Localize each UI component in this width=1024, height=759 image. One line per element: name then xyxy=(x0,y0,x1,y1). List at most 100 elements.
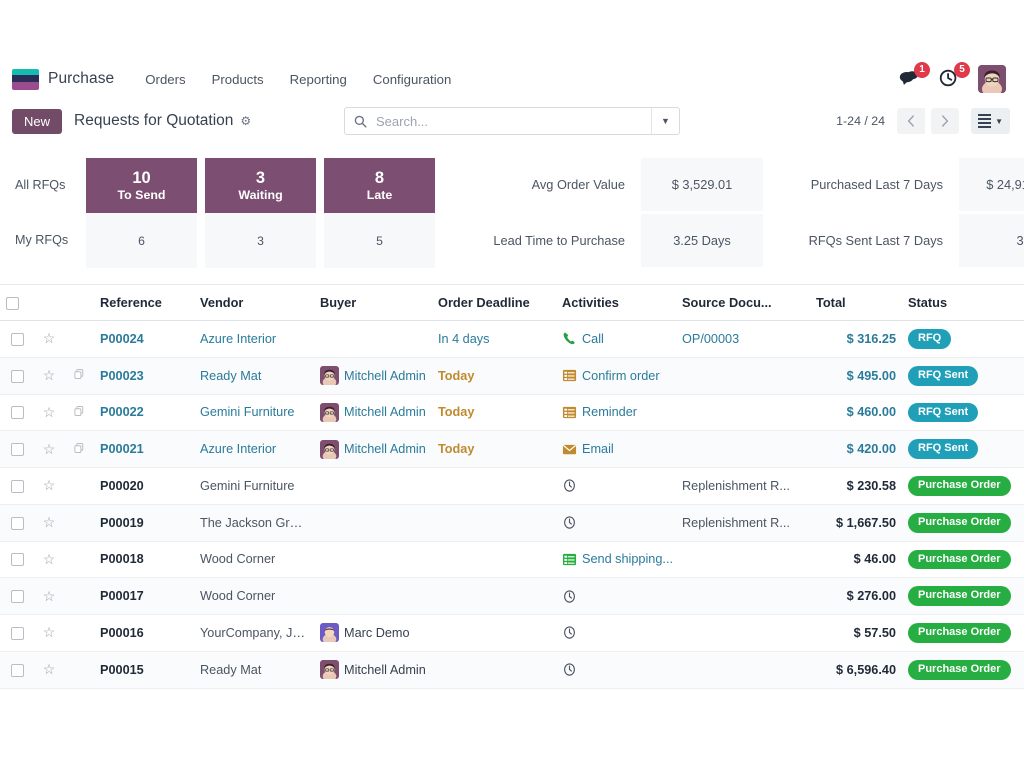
buyer-cell-wrap[interactable] xyxy=(314,504,432,542)
column-header-buyer[interactable]: Buyer xyxy=(314,285,432,321)
status-badge[interactable]: Purchase Order xyxy=(908,476,1011,496)
column-header-order-deadline[interactable]: Order Deadline xyxy=(432,285,556,321)
order-deadline-cell[interactable] xyxy=(432,651,556,689)
favorite-cell[interactable]: ☆ xyxy=(34,467,64,505)
order-deadline-cell[interactable]: In 4 days xyxy=(432,320,556,358)
status-badge[interactable]: Purchase Order xyxy=(908,659,1011,680)
row-select-cell[interactable] xyxy=(0,541,34,579)
reference-cell[interactable]: P00016 xyxy=(94,614,194,652)
source-document-cell[interactable] xyxy=(676,430,810,468)
row-checkbox[interactable] xyxy=(10,626,24,640)
table-row[interactable]: ☆ P00020 Gemini Furniture Replenishment R..… xyxy=(0,467,1024,505)
total-cell[interactable]: $ 420.00 xyxy=(810,430,902,468)
favorite-cell[interactable]: ☆ xyxy=(34,541,64,579)
row-checkbox[interactable] xyxy=(10,553,24,567)
optional-columns-header[interactable] xyxy=(1018,285,1024,321)
total-cell[interactable]: $ 460.00 xyxy=(810,394,902,432)
total-cell[interactable]: $ 6,596.40 xyxy=(810,651,902,689)
reference-cell[interactable]: P00024 xyxy=(94,320,194,358)
star-icon[interactable]: ☆ xyxy=(43,330,56,346)
star-icon[interactable]: ☆ xyxy=(43,367,56,383)
activity-cell[interactable]: Reminder xyxy=(562,405,670,420)
status-badge[interactable]: RFQ Sent xyxy=(908,365,979,386)
reference-cell[interactable]: P00022 xyxy=(94,394,194,432)
source-document-cell[interactable]: Replenishment R... xyxy=(676,467,810,505)
column-header-reference[interactable]: Reference xyxy=(94,285,194,321)
vendor-cell[interactable]: Wood Corner xyxy=(194,577,314,615)
activity-cell[interactable] xyxy=(562,515,670,530)
my-rfqs-to-send[interactable]: 6 xyxy=(86,213,197,268)
reference-cell[interactable]: P00021 xyxy=(94,430,194,468)
menu-item-configuration[interactable]: Configuration xyxy=(360,66,464,93)
pager-previous-button[interactable] xyxy=(897,108,926,134)
order-deadline-cell[interactable] xyxy=(432,577,556,615)
row-select-cell[interactable] xyxy=(0,651,34,689)
column-header-total[interactable]: Total xyxy=(810,285,902,321)
order-deadline-cell[interactable] xyxy=(432,614,556,652)
reference-cell[interactable]: P00020 xyxy=(94,467,194,505)
star-icon[interactable]: ☆ xyxy=(43,661,56,677)
kpi-value-lead-time-to-purchase[interactable]: 3.25 Days xyxy=(641,214,763,267)
star-icon[interactable]: ☆ xyxy=(43,514,56,530)
reference-cell[interactable]: P00019 xyxy=(94,504,194,542)
activity-cell[interactable]: Send shipping... xyxy=(562,552,673,567)
favorite-cell[interactable]: ☆ xyxy=(34,577,64,615)
table-row[interactable]: ☆ P00019 The Jackson Group Replenishment R.… xyxy=(0,504,1024,542)
total-cell[interactable]: $ 276.00 xyxy=(810,577,902,615)
activities-cell[interactable] xyxy=(556,504,676,542)
total-cell[interactable]: $ 495.00 xyxy=(810,357,902,395)
status-cell[interactable]: Purchase Order xyxy=(902,651,1018,689)
buyer-cell-wrap[interactable] xyxy=(314,577,432,615)
table-row[interactable]: ☆ P00017 Wood Corner $ 276.00 Purchase Order xyxy=(0,577,1024,615)
total-cell[interactable]: $ 230.58 xyxy=(810,467,902,505)
status-badge[interactable]: Purchase Order xyxy=(908,512,1011,533)
reference-cell[interactable]: P00017 xyxy=(94,577,194,615)
buyer-cell-wrap[interactable] xyxy=(314,467,432,505)
table-row[interactable]: ☆ P00024 Azure Interior In 4 days Call OP/000… xyxy=(0,320,1024,358)
menu-item-orders[interactable]: Orders xyxy=(132,66,198,93)
status-cell[interactable]: RFQ Sent xyxy=(902,357,1018,395)
vendor-cell[interactable]: Azure Interior xyxy=(194,430,314,468)
activity-cell[interactable] xyxy=(562,478,670,493)
user-avatar[interactable] xyxy=(978,65,1006,93)
activity-cell[interactable] xyxy=(562,589,670,604)
all-rfqs-to-send[interactable]: 10 To Send xyxy=(86,158,197,213)
favorite-cell[interactable]: ☆ xyxy=(34,430,64,468)
status-cell[interactable]: RFQ Sent xyxy=(902,394,1018,432)
row-select-cell[interactable] xyxy=(0,430,34,468)
search-view[interactable]: ▼ xyxy=(344,107,680,135)
activities-cell[interactable] xyxy=(556,651,676,689)
row-select-cell[interactable] xyxy=(0,504,34,542)
status-badge[interactable]: Purchase Order xyxy=(908,623,1011,643)
status-cell[interactable]: Purchase Order xyxy=(902,577,1018,615)
status-badge[interactable]: RFQ Sent xyxy=(908,439,979,459)
buyer-cell-wrap[interactable]: Mitchell Admin xyxy=(314,357,432,395)
star-icon[interactable]: ☆ xyxy=(43,588,56,604)
vendor-cell[interactable]: Ready Mat xyxy=(194,357,314,395)
activities-cell[interactable]: Send shipping... xyxy=(556,541,676,579)
buyer-cell-wrap[interactable] xyxy=(314,320,432,358)
buyer-cell-wrap[interactable]: Mitchell Admin xyxy=(314,430,432,468)
total-cell[interactable]: $ 316.25 xyxy=(810,320,902,358)
source-document-cell[interactable] xyxy=(676,651,810,689)
column-header-activities[interactable]: Activities xyxy=(556,285,676,321)
activities-cell[interactable]: Call xyxy=(556,320,676,358)
attachment-icon[interactable] xyxy=(73,405,85,420)
vendor-cell[interactable]: Azure Interior xyxy=(194,320,314,358)
status-badge[interactable]: RFQ xyxy=(908,329,952,349)
search-input[interactable] xyxy=(374,108,651,134)
row-checkbox[interactable] xyxy=(10,443,24,457)
buyer-cell-wrap[interactable]: Marc Demo xyxy=(314,614,432,652)
status-cell[interactable]: Purchase Order xyxy=(902,467,1018,505)
vendor-cell[interactable]: Gemini Furniture xyxy=(194,467,314,505)
search-dropdown-toggle[interactable]: ▼ xyxy=(651,108,679,134)
favorite-cell[interactable]: ☆ xyxy=(34,614,64,652)
table-row[interactable]: ☆ P00016 YourCompany, Jo... Marc Demo $ 57.5… xyxy=(0,614,1024,652)
new-button[interactable]: New xyxy=(12,108,63,134)
status-cell[interactable]: Purchase Order xyxy=(902,504,1018,542)
order-deadline-cell[interactable]: Today xyxy=(432,357,556,395)
row-select-cell[interactable] xyxy=(0,577,34,615)
favorite-cell[interactable]: ☆ xyxy=(34,651,64,689)
source-document-cell[interactable]: OP/00003 xyxy=(676,320,810,358)
activity-cell[interactable]: Email xyxy=(562,442,670,457)
